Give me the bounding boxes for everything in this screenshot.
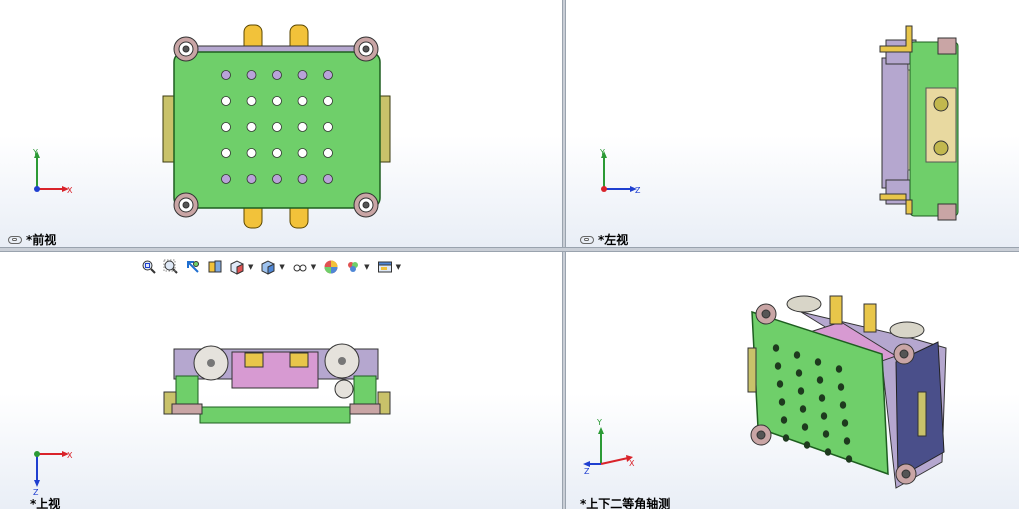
plate-hole <box>837 383 845 391</box>
plate-hole <box>246 122 257 132</box>
plate-hole <box>246 148 257 158</box>
top-view-model: X Z <box>33 343 391 497</box>
iso-view-model: Y X Z <box>583 295 947 489</box>
edit-appearance-icon[interactable] <box>322 258 340 276</box>
previous-view-icon[interactable] <box>184 258 202 276</box>
plate-hole <box>297 174 308 184</box>
plate-hole <box>822 430 830 438</box>
plate-hole <box>795 369 803 377</box>
plate-hole <box>323 70 333 80</box>
plate-hole <box>843 437 851 445</box>
zoom-area-icon[interactable] <box>162 258 180 276</box>
plate-hole <box>323 122 333 132</box>
viewport-label-left[interactable]: *左视 <box>580 231 628 247</box>
plate-hole <box>221 96 231 106</box>
plate-hole <box>845 455 853 463</box>
view-settings-icon[interactable] <box>376 258 394 276</box>
front-view-model: Y X <box>32 24 391 229</box>
axis-y-label: Y <box>596 418 602 427</box>
viewport-label-front[interactable]: *前视 <box>8 231 56 247</box>
view-name: *左视 <box>598 233 629 247</box>
plate-hole <box>221 122 231 132</box>
plate-hole <box>835 365 843 373</box>
zoom-to-fit-icon[interactable] <box>140 258 158 276</box>
plate-hole <box>297 70 308 80</box>
plate-hole <box>297 148 308 158</box>
axis-x-label: X <box>67 186 73 195</box>
plate-hole <box>824 448 832 456</box>
plate-hole <box>221 70 231 80</box>
apply-scene-icon[interactable] <box>344 258 362 276</box>
plate-hole <box>814 358 822 366</box>
viewport-top[interactable]: X Z *上视 <box>0 252 562 509</box>
plate-hole <box>221 174 231 184</box>
plate-hole <box>799 405 807 413</box>
link-view-icon[interactable] <box>580 235 594 244</box>
plate-hole <box>246 174 257 184</box>
plate-hole <box>772 344 780 352</box>
plate-hole <box>776 380 784 388</box>
plate-hole <box>246 96 257 106</box>
plate-hole <box>246 70 257 80</box>
axis-y-label: Y <box>32 148 38 157</box>
plate-hole <box>797 387 805 395</box>
plate-hole <box>774 362 782 370</box>
axis-x-label: X <box>67 451 73 460</box>
plate-hole <box>778 398 786 406</box>
heads-up-view-toolbar: ▼ ▼ ▼ ▼ ▼ <box>140 256 403 278</box>
axis-z-label: Z <box>584 467 590 476</box>
viewport-iso[interactable]: Y X Z *上下二等角轴测 <box>566 252 1019 509</box>
plate-hole <box>272 70 282 80</box>
plate-hole <box>272 174 282 184</box>
axis-y-label: Y <box>599 148 605 157</box>
plate-hole <box>816 376 824 384</box>
plate-hole <box>272 148 282 158</box>
view-name: *上下二等角轴测 <box>580 497 671 509</box>
chevron-down-icon[interactable]: ▼ <box>364 263 369 271</box>
left-view-model: Y Z <box>599 25 959 221</box>
viewport-label-iso[interactable]: *上下二等角轴测 <box>580 495 670 509</box>
link-view-icon[interactable] <box>8 235 22 244</box>
plate-hole <box>839 401 847 409</box>
viewport-left[interactable]: Y Z *左视 <box>566 0 1019 247</box>
axis-z-label: Z <box>635 186 641 195</box>
chevron-down-icon[interactable]: ▼ <box>311 263 316 271</box>
plate-hole <box>803 441 811 449</box>
plate-hole <box>323 174 333 184</box>
plate-hole <box>221 148 231 158</box>
hide-show-items-icon[interactable] <box>291 258 309 276</box>
plate-hole <box>782 434 790 442</box>
plate-hole <box>272 96 282 106</box>
plate-hole <box>297 122 308 132</box>
chevron-down-icon[interactable]: ▼ <box>248 263 253 271</box>
plate-hole <box>297 96 308 106</box>
vertical-splitter[interactable] <box>562 0 566 509</box>
view-name: *上视 <box>30 497 61 509</box>
plate-hole <box>272 122 282 132</box>
view-name: *前视 <box>26 233 57 247</box>
plate-hole <box>323 96 333 106</box>
axis-x-label: X <box>629 459 635 468</box>
plate-hole <box>820 412 828 420</box>
plate-hole <box>818 394 826 402</box>
chevron-down-icon[interactable]: ▼ <box>279 263 284 271</box>
plate-hole <box>841 419 849 427</box>
plate-hole <box>780 416 788 424</box>
plate-hole <box>793 351 801 359</box>
section-view-icon[interactable] <box>206 258 224 276</box>
view-orientation-icon[interactable] <box>228 258 246 276</box>
plate-hole <box>323 148 333 158</box>
display-style-icon[interactable] <box>259 258 277 276</box>
horizontal-splitter[interactable] <box>0 247 1019 252</box>
plate-hole <box>801 423 809 431</box>
chevron-down-icon[interactable]: ▼ <box>396 263 401 271</box>
viewport-label-top[interactable]: *上视 <box>30 495 60 509</box>
viewport-front[interactable]: Y X *前视 <box>0 0 562 247</box>
